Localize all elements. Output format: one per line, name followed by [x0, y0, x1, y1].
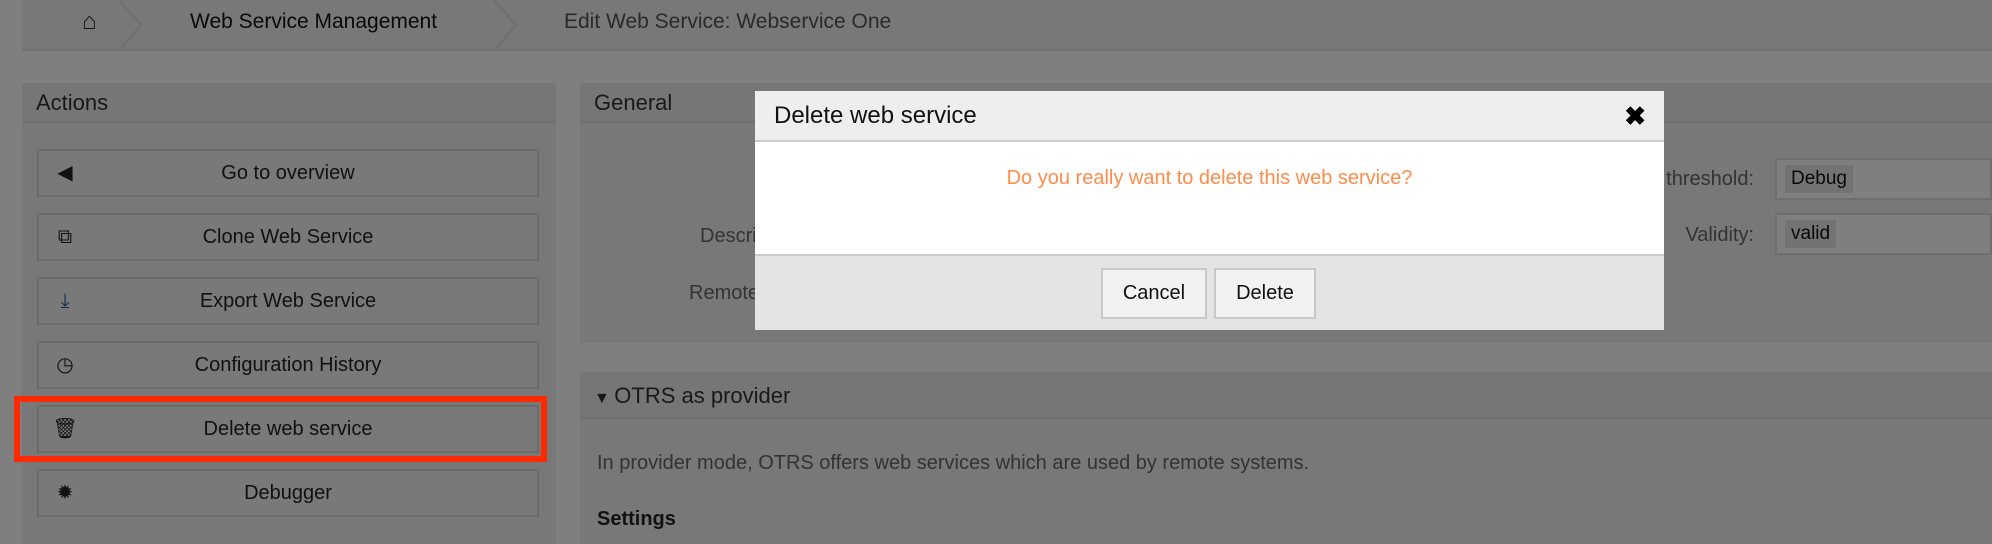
- delete-button[interactable]: Delete: [1214, 268, 1316, 319]
- dialog-footer: Cancel Delete: [755, 254, 1664, 330]
- cancel-button[interactable]: Cancel: [1101, 268, 1207, 319]
- dialog-message: Do you really want to delete this web se…: [1006, 167, 1413, 189]
- dialog-title: Delete web service: [774, 102, 977, 129]
- close-icon[interactable]: ✖: [1624, 91, 1646, 141]
- delete-dialog: Delete web service ✖ Do you really want t…: [755, 91, 1664, 330]
- dialog-header: Delete web service ✖: [755, 91, 1664, 142]
- highlight-box: [14, 396, 547, 462]
